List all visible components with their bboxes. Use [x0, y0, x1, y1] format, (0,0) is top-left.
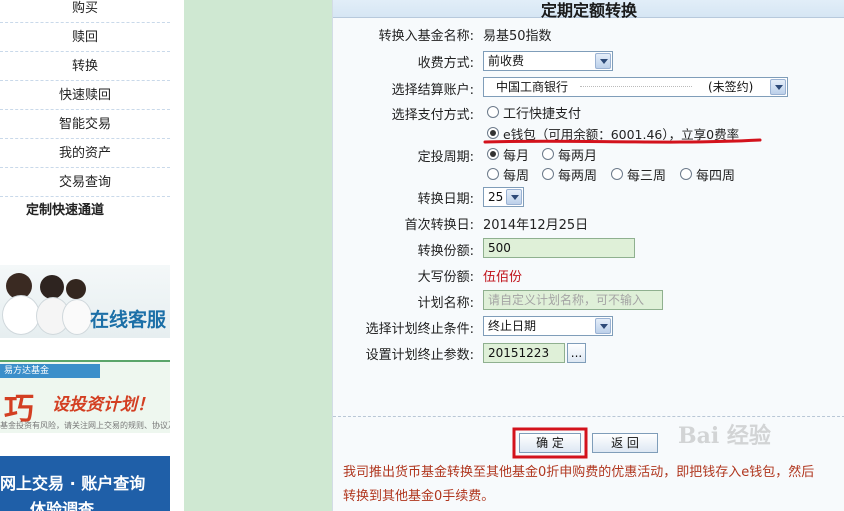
fee-method-select[interactable]: 前收费	[483, 51, 613, 71]
chevron-down-icon[interactable]	[770, 79, 786, 95]
account-status: (未签约)	[708, 80, 754, 94]
watermark-text: Bai 经验	[678, 423, 771, 449]
fee-method-label: 收费方式:	[417, 56, 474, 71]
page-title: 定期定额转换	[540, 1, 637, 20]
agent-head-icon	[40, 275, 64, 299]
plan-risk-notice: 基金投资有风险，请关注网上交易的规则、协议及风险	[0, 421, 170, 430]
convert-date-label: 转换日期:	[417, 192, 474, 207]
trade-banner-line2: 体验调查	[30, 500, 95, 511]
capital-shares-value: 伍佰份	[483, 270, 523, 285]
account-bank-name: 中国工商银行	[496, 80, 569, 94]
account-select[interactable]: 中国工商银行 (未签约)	[483, 77, 788, 97]
plan-slogan: 设投资计划！	[52, 395, 154, 415]
end-condition-value: 终止日期	[488, 319, 537, 333]
online-service-text: 在线客服	[89, 309, 166, 331]
pay-option-quick-label[interactable]: 工行快捷支付	[503, 103, 581, 122]
agent-body-icon	[2, 295, 40, 335]
back-button[interactable]: 返 回	[592, 433, 658, 453]
cycle-fourweekly-radio[interactable]	[680, 168, 692, 180]
end-condition-select[interactable]: 终止日期	[483, 316, 613, 336]
sidebar-item-trade-query[interactable]: 交易查询	[0, 168, 170, 197]
trade-banner-line1: 网上交易 · 账户查询	[0, 474, 146, 493]
sidebar-item-smart-trade[interactable]: 智能交易	[0, 110, 170, 139]
fund-name-label: 转换入基金名称:	[378, 29, 474, 44]
agent-head-icon	[66, 279, 86, 299]
left-sidebar: 购买 赎回 转换 快速赎回 智能交易 我的资产 交易查询 定制快速通道 在线客服…	[0, 0, 170, 511]
masked-account-number	[580, 86, 692, 88]
cycle-label: 定投周期:	[417, 150, 474, 165]
cycle-biweekly-radio[interactable]	[542, 168, 554, 180]
end-condition-label: 选择计划终止条件:	[365, 322, 474, 337]
sidebar-item-my-assets[interactable]: 我的资产	[0, 139, 170, 168]
cycle-triweekly-radio[interactable]	[611, 168, 623, 180]
green-content-column	[184, 0, 332, 511]
cycle-bimonthly-label[interactable]: 每两月	[558, 145, 597, 164]
cycle-triweekly-label[interactable]: 每三周	[627, 165, 666, 184]
agent-body-icon	[62, 299, 92, 335]
cycle-bimonthly-radio[interactable]	[542, 148, 554, 160]
sidebar-item-redeem[interactable]: 赎回	[0, 23, 170, 52]
chevron-down-icon[interactable]	[506, 189, 522, 205]
online-service-banner[interactable]: 在线客服	[0, 265, 170, 338]
first-convert-value: 2014年12月25日	[483, 218, 589, 233]
convert-shares-input[interactable]: 500	[483, 238, 635, 258]
first-convert-label: 首次转换日:	[404, 218, 474, 233]
fund-name-value: 易基50指数	[483, 29, 552, 44]
cycle-weekly-radio[interactable]	[487, 168, 499, 180]
chevron-down-icon[interactable]	[595, 318, 611, 334]
capital-shares-label: 大写份额:	[417, 270, 474, 285]
cycle-monthly-label[interactable]: 每月	[503, 145, 529, 164]
convert-date-value: 25	[488, 190, 504, 204]
pay-method-label: 选择支付方式:	[391, 108, 474, 123]
convert-shares-label: 转换份额:	[417, 244, 474, 259]
account-label: 选择结算账户:	[391, 83, 474, 98]
cycle-fourweekly-label[interactable]: 每四周	[696, 165, 735, 184]
sidebar-item-convert[interactable]: 转换	[0, 52, 170, 81]
online-trade-banner[interactable]: 网上交易 · 账户查询 体验调查	[0, 456, 170, 511]
chevron-down-icon[interactable]	[595, 53, 611, 69]
sidebar-item-quick-redeem[interactable]: 快速赎回	[0, 81, 170, 110]
fund-brand-label: 易方达基金	[0, 364, 100, 378]
plan-name-input[interactable]: 请自定义计划名称，可不输入	[483, 290, 663, 310]
end-param-label: 设置计划终止参数:	[365, 348, 474, 363]
promo-note: 我司推出货币基金转换至其他基金0折申购费的优惠活动，即把钱存入e钱包，然后转换到…	[343, 465, 815, 504]
pay-option-quick-radio[interactable]	[487, 106, 499, 118]
form-divider	[333, 416, 844, 417]
sidebar-item-buy[interactable]: 购买	[0, 0, 170, 23]
cycle-weekly-label[interactable]: 每周	[503, 165, 529, 184]
plan-name-label: 计划名称:	[417, 296, 474, 311]
investment-plan-banner[interactable]: 易方达基金 巧 设投资计划！ 基金投资有风险，请关注网上交易的规则、协议及风险	[0, 360, 170, 433]
sidebar-item-custom-channel[interactable]: 定制快速通道	[0, 196, 150, 225]
fee-method-value: 前收费	[488, 54, 525, 68]
cycle-monthly-radio[interactable]	[487, 148, 499, 160]
cycle-biweekly-label[interactable]: 每两周	[558, 165, 597, 184]
end-param-input[interactable]: 20151223	[483, 343, 565, 363]
convert-date-select[interactable]: 25	[483, 187, 524, 207]
date-picker-button[interactable]: ...	[567, 343, 586, 363]
red-highlight-box	[512, 427, 588, 459]
